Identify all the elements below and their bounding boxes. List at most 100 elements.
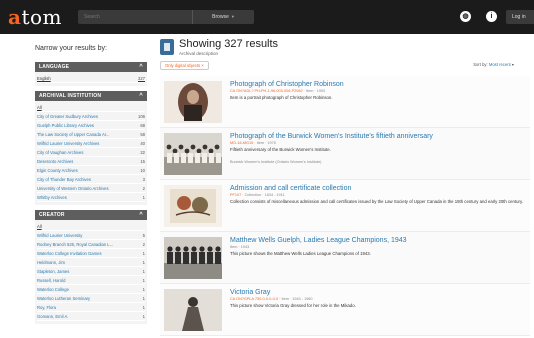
browse-menu-button[interactable]: Browse ▼: [192, 10, 254, 24]
facet-item[interactable]: City of Vaughan Archives 22: [37, 148, 145, 157]
facet-item[interactable]: Stapleton, James 1: [37, 267, 145, 276]
result-meta: MG-16-MG15 · Item · 1975: [230, 141, 276, 145]
facet-item-count: 327: [138, 76, 145, 81]
sort-control[interactable]: Sort by: Most recent ▾: [473, 62, 514, 67]
result-item: Photograph of Christopher Robinson CA ON?…: [160, 76, 530, 128]
result-item: Photograph of the Burwick Women's Instit…: [160, 128, 530, 180]
facet-sidebar: Narrow your results by: LANGUAGE ^ English…: [35, 36, 147, 336]
result-meta: PF107 · Collection · 1834 - 1911: [230, 193, 285, 197]
facet-item[interactable]: All: [37, 103, 145, 112]
result-reference-code: PF107: [230, 193, 242, 197]
facet-item-label: City of Vaughan Archives: [37, 150, 84, 155]
facet-item-label: Waterloo College: [37, 287, 69, 292]
result-title-link[interactable]: Photograph of Christopher Robinson: [230, 80, 344, 89]
atom-logo[interactable]: atom: [8, 5, 62, 29]
facet-item-count: [143, 222, 145, 230]
facet-item-label: Rodney Branch 525, Royal Canadian L...: [37, 242, 114, 247]
facet-item[interactable]: All: [37, 222, 145, 231]
info-icon[interactable]: i: [486, 11, 497, 22]
results-list: Photograph of Christopher Robinson CA ON?…: [160, 76, 530, 336]
facet-item-label: Deseronto Archives: [37, 159, 74, 164]
result-level-date: · Collection · 1834 - 1911: [242, 193, 285, 197]
facet-item-label: Heldmann, Jim: [37, 260, 65, 265]
result-title-link[interactable]: Victoria Gray: [230, 288, 270, 297]
facet-item[interactable]: Heldmann, Jim 1: [37, 258, 145, 267]
facet-header[interactable]: CREATOR ^: [35, 210, 147, 220]
facet-item[interactable]: English 327: [37, 74, 145, 83]
result-title-link[interactable]: Photograph of the Burwick Women's Instit…: [230, 132, 433, 141]
facet-title: ARCHIVAL INSTITUTION: [39, 93, 102, 99]
portrait-thumbnail[interactable]: [164, 81, 222, 123]
result-item: Victoria Gray CA ON?GPLA 750-0-0-0-0-0 · …: [160, 284, 530, 336]
facet-item[interactable]: Rodney Branch 525, Royal Canadian L... 2: [37, 240, 145, 249]
facet-item[interactable]: Wilfrid Laurier University 5: [37, 231, 145, 240]
facet-header[interactable]: ARCHIVAL INSTITUTION ^: [35, 91, 147, 101]
facet-item[interactable]: Guelph Public Library Archives 68: [37, 121, 145, 130]
facet-item[interactable]: Deseronto Archives 15: [37, 157, 145, 166]
result-title-link[interactable]: Matthew Wells Guelph, Ladies League Cham…: [230, 236, 407, 245]
facet-item-count: 68: [140, 123, 145, 128]
facet-item-label: City of Thunder Bay Archives: [37, 177, 91, 182]
facet-item-label: Guelph Public Library Archives: [37, 123, 95, 128]
facet-item-label: Wilfrid Laurier University Archives: [37, 141, 100, 146]
result-thumbnail[interactable]: [164, 237, 222, 279]
result-description: Item is a portrait photograph of Christo…: [230, 95, 333, 100]
result-reference-code: MG-16-MG15: [230, 141, 254, 145]
collapse-icon[interactable]: ^: [139, 62, 143, 72]
result-thumbnail[interactable]: [164, 289, 222, 331]
result-meta: CA ON?ADL? PH-PH-1-96-003-006-P2082 · It…: [230, 89, 325, 93]
facet-header[interactable]: LANGUAGE ^: [35, 62, 147, 72]
facet-item-label: Roy, Flora: [37, 305, 57, 310]
result-meta: Item · 1943: [230, 245, 249, 249]
facet-item[interactable]: Waterloo Lutheran Seminary 1: [37, 294, 145, 303]
result-thumbnail[interactable]: [164, 185, 222, 227]
facet-item[interactable]: Whitby Archives 1: [37, 193, 145, 202]
facet-item-count: 2: [142, 186, 145, 191]
facet-item-count: 10: [140, 168, 145, 173]
facet-item[interactable]: Elgin County Archives 10: [37, 166, 145, 175]
facet-item[interactable]: Gomann, Emil A. 1: [37, 312, 145, 321]
facet-item[interactable]: Roy, Flora 1: [37, 303, 145, 312]
collapse-icon[interactable]: ^: [139, 91, 143, 101]
result-thumbnail[interactable]: [164, 133, 222, 175]
facet-item[interactable]: Waterloo College 1: [37, 285, 145, 294]
result-level-date: · Item · 1975: [254, 141, 276, 145]
facet-item[interactable]: Waterloo College Invitation Games 1: [37, 249, 145, 258]
facet-item[interactable]: City of Greater Sudbury Archives 106: [37, 112, 145, 121]
facet-item[interactable]: The Law Society of Upper Canada Ar... 58: [37, 130, 145, 139]
facet-item-label: Wilfrid Laurier University: [37, 233, 83, 238]
result-title-link[interactable]: Admission and call certificate collectio…: [230, 184, 351, 193]
facet-item-label: All: [37, 105, 42, 110]
result-level-date: Item · 1943: [230, 245, 250, 249]
facet-item-label: Gomann, Emil A.: [37, 314, 69, 319]
facet-item[interactable]: City of Thunder Bay Archives 3: [37, 175, 145, 184]
result-description: This picture show Victoria Gray dressed …: [230, 303, 356, 308]
result-thumbnail[interactable]: [164, 81, 222, 123]
facet-item[interactable]: Russell, Harold 1: [37, 276, 145, 285]
facet-item-label: Stapleton, James: [37, 269, 70, 274]
facet-item-label: Waterloo Lutheran Seminary: [37, 296, 91, 301]
login-button[interactable]: Log in: [506, 10, 534, 24]
facet-list: English 327: [35, 72, 147, 86]
result-reference-code: CA ON?ADL? PH-PH-1-96-003-006-P2082: [230, 89, 303, 93]
costume-thumbnail[interactable]: [164, 289, 222, 331]
result-item: Matthew Wells Guelph, Ladies League Cham…: [160, 232, 530, 284]
facet-item-count: 1: [142, 260, 145, 265]
group-thumbnail[interactable]: [164, 133, 222, 175]
result-creator: Burwick Women's Institute (Ontario Women…: [230, 160, 322, 164]
facet-item-count: 22: [140, 150, 145, 155]
facet-item-label: Russell, Harold: [37, 278, 66, 283]
facet-item[interactable]: University of Western Ontario Archives 2: [37, 184, 145, 193]
collapse-icon[interactable]: ^: [139, 210, 143, 220]
facet-item-count: 40: [140, 141, 145, 146]
facet-item-count: 2: [142, 242, 145, 247]
document-thumbnail[interactable]: [164, 185, 222, 227]
digital-objects-filter-button[interactable]: Only digital objects ×: [160, 61, 209, 70]
globe-icon[interactable]: ◍: [460, 11, 471, 22]
facet-item-count: 1: [142, 305, 145, 310]
facet-item[interactable]: Wilfrid Laurier University Archives 40: [37, 139, 145, 148]
result-level-date: · Item · 1900: [303, 89, 326, 93]
team-thumbnail[interactable]: [164, 237, 222, 279]
facet-item-label: City of Greater Sudbury Archives: [37, 114, 98, 119]
facet-item-label: Waterloo College Invitation Games: [37, 251, 102, 256]
